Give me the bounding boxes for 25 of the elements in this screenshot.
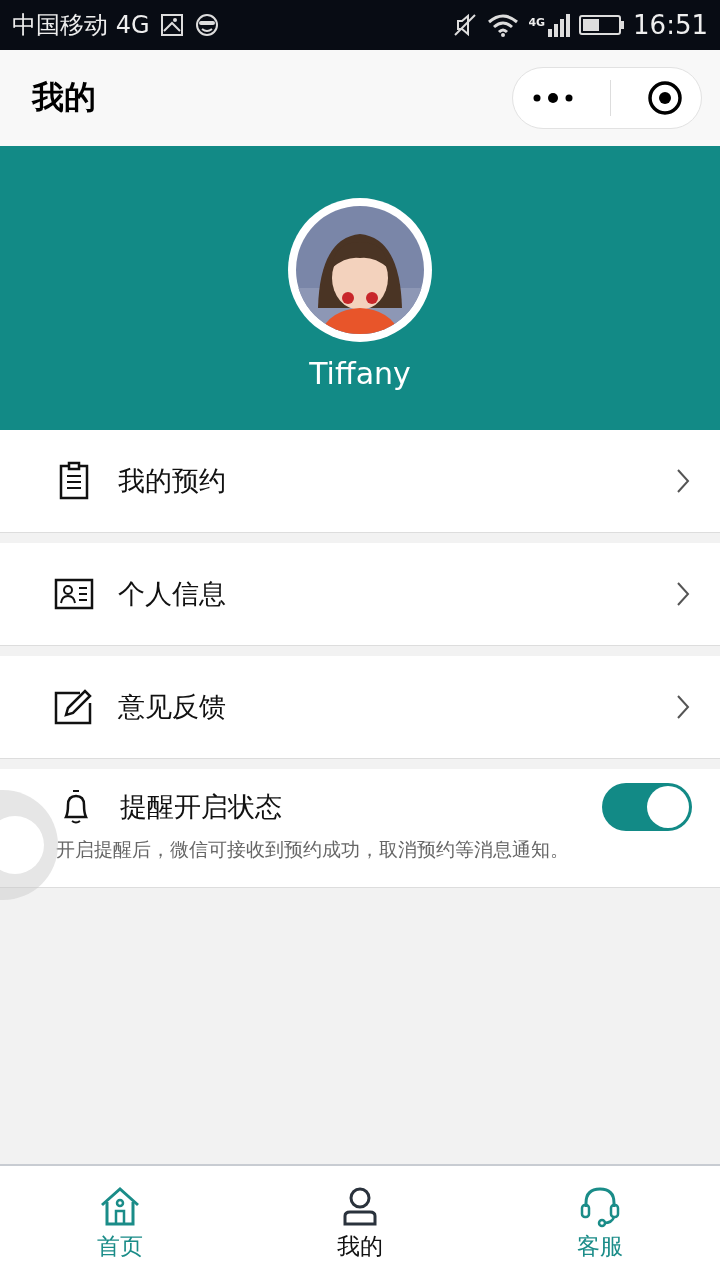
edit-icon [54, 687, 94, 727]
chevron-right-icon [676, 581, 690, 607]
emoji-icon [193, 13, 220, 37]
mute-icon [452, 12, 479, 38]
tab[interactable]: 首页 [0, 1166, 240, 1280]
tab[interactable]: 我的 [240, 1166, 480, 1280]
chevron-right-icon [676, 468, 690, 494]
menu-item[interactable]: 个人信息 [0, 543, 720, 646]
setting-label: 提醒开启状态 [120, 790, 283, 824]
tab[interactable]: 客服 [480, 1166, 720, 1280]
menu-item[interactable]: 我的预约 [0, 430, 720, 533]
clock-time: 16:51 [633, 10, 708, 40]
home-icon [98, 1184, 142, 1229]
setting-description: 开启提醒后，微信可接收到预约成功，取消预约等消息通知。 [56, 837, 570, 862]
page-title: 我的 [32, 77, 96, 118]
close-target-icon[interactable] [647, 80, 684, 116]
image-icon [159, 13, 184, 37]
chevron-right-icon [676, 694, 690, 720]
menu-item[interactable]: 意见反馈 [0, 656, 720, 759]
toggle-switch[interactable] [602, 783, 692, 831]
battery-icon [579, 13, 626, 37]
signal-icon [547, 13, 572, 37]
carrier-label: 中国移动 4G [12, 10, 150, 41]
network-label: 4G [528, 16, 546, 29]
user-name: Tiffany [309, 355, 411, 391]
